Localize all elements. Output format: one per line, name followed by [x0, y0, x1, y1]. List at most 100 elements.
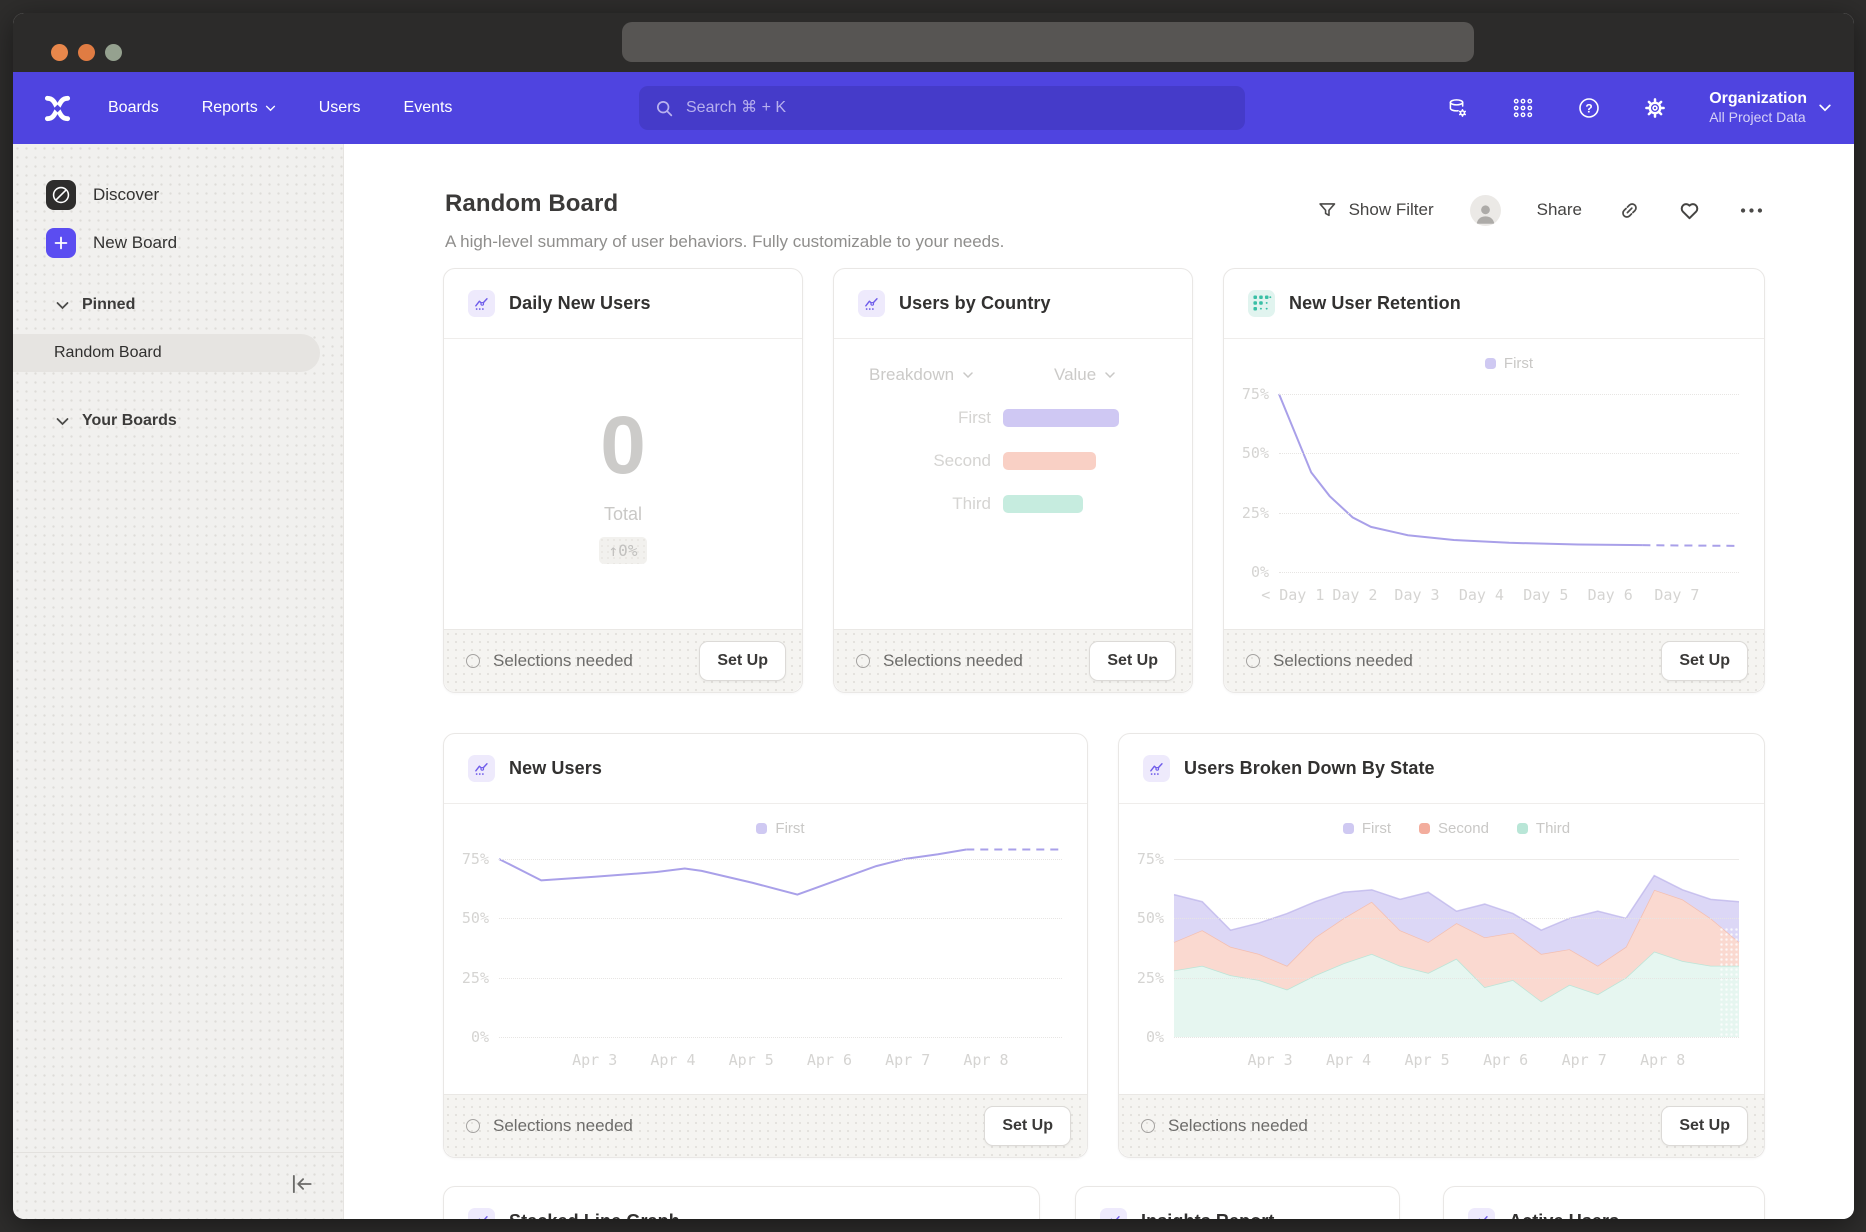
x-axis-label: Apr 3 [1247, 1051, 1292, 1069]
help-icon[interactable]: ? [1577, 96, 1601, 120]
close-button[interactable] [51, 44, 68, 61]
more-options-icon[interactable] [1738, 197, 1765, 224]
copy-link-icon[interactable] [1618, 199, 1641, 222]
chart-legend: First [1279, 355, 1739, 372]
nav-right-cluster: ? Organization All Project Data [1445, 72, 1831, 144]
breakdown-select[interactable]: Breakdown [869, 365, 973, 385]
nav-item-label: Users [319, 99, 361, 117]
org-switcher[interactable]: Organization All Project Data [1709, 89, 1831, 127]
legend-item: Third [1517, 820, 1570, 837]
chart-legend: First [499, 820, 1062, 837]
x-axis-label: Apr 6 [1483, 1051, 1528, 1069]
apps-grid-icon[interactable] [1511, 96, 1535, 120]
x-axis-label: Day 2 [1332, 586, 1377, 604]
retention-grid-icon [1248, 290, 1275, 317]
sidebar-item-new-board[interactable]: New Board [46, 228, 177, 258]
value-select[interactable]: Value [1054, 365, 1115, 385]
sidebar-item-label: Random Board [54, 344, 162, 362]
status-circle-icon [466, 1119, 480, 1133]
x-axis-label: Day 4 [1459, 586, 1504, 604]
set-up-button[interactable]: Set Up [1661, 641, 1748, 681]
set-up-button[interactable]: Set Up [1661, 1106, 1748, 1146]
data-settings-icon[interactable] [1445, 96, 1469, 120]
org-project: All Project Data [1709, 109, 1807, 127]
legend-chip [1517, 823, 1528, 834]
legend-chip [1485, 358, 1496, 369]
set-up-button[interactable]: Set Up [1089, 641, 1176, 681]
nav-item-events[interactable]: Events [404, 99, 453, 117]
y-axis-label: 25% [1137, 969, 1164, 987]
nav-item-reports[interactable]: Reports [202, 99, 276, 117]
x-axis-label: Apr 4 [650, 1051, 695, 1069]
zoom-button[interactable] [105, 44, 122, 61]
gridline [1279, 513, 1739, 514]
search-input[interactable] [684, 98, 1229, 118]
breakdown-row: First [834, 409, 1192, 427]
nav-item-users[interactable]: Users [319, 99, 361, 117]
breakdown-row: Third [834, 495, 1192, 513]
nav-item-label: Events [404, 99, 453, 117]
sidebar-section-pinned[interactable]: Pinned [56, 296, 135, 314]
y-axis-label: 50% [462, 909, 489, 927]
sidebar-section-your-boards[interactable]: Your Boards [56, 412, 177, 430]
breakdown-bar [1003, 409, 1119, 427]
chevron-down-icon [1819, 104, 1831, 112]
show-filter-button[interactable]: Show Filter [1317, 200, 1434, 221]
search-bar[interactable] [639, 86, 1245, 130]
sidebar-item-random-board[interactable]: Random Board [13, 334, 320, 372]
set-up-button[interactable]: Set Up [699, 641, 786, 681]
nav-item-boards[interactable]: Boards [108, 99, 159, 117]
selections-needed-label: Selections needed [883, 651, 1023, 671]
legend-label: First [1504, 355, 1533, 372]
browser-address-bar[interactable] [622, 22, 1474, 62]
favorite-heart-icon[interactable] [1677, 198, 1702, 223]
nav-item-label: Reports [202, 99, 258, 117]
card-title: New User Retention [1289, 293, 1461, 314]
card-daily-new-users: Daily New Users 0 Total ↑0% Selections n… [443, 268, 803, 693]
kpi-value: 0 [600, 405, 646, 487]
line-chart-icon [468, 1208, 495, 1219]
gear-icon[interactable] [1643, 96, 1667, 120]
board-actions: Show Filter Share [1317, 192, 1765, 228]
selections-needed-label: Selections needed [493, 1116, 633, 1136]
x-axis-label: < Day 1 [1261, 586, 1324, 604]
x-axis-label: Day 6 [1588, 586, 1633, 604]
state-stacked-chart: FirstSecondThird 75%50%25%0%Apr 3Apr 4Ap… [1119, 804, 1764, 1094]
x-axis-label: Apr 8 [963, 1051, 1008, 1069]
gridline [499, 1037, 1062, 1038]
card-title: Daily New Users [509, 293, 651, 314]
search-icon [655, 99, 674, 118]
breakdown-bar [1003, 452, 1096, 470]
kpi-delta-badge: ↑0% [599, 537, 648, 564]
card-users-by-country: Users by Country Breakdown Value FirstSe… [833, 268, 1193, 693]
x-axis-label: Apr 5 [1405, 1051, 1450, 1069]
share-button[interactable]: Share [1537, 200, 1582, 220]
card-stacked-line-graph: Stacked Line Graph [443, 1186, 1040, 1219]
filter-icon [1317, 200, 1338, 221]
mixpanel-logo-icon[interactable] [44, 95, 71, 122]
gridline [1174, 1037, 1739, 1038]
minimize-button[interactable] [78, 44, 95, 61]
set-up-button[interactable]: Set Up [984, 1106, 1071, 1146]
x-axis-label: Apr 4 [1326, 1051, 1371, 1069]
collapse-sidebar-icon[interactable] [289, 1173, 315, 1200]
card-users-by-state: Users Broken Down By State FirstSecondTh… [1118, 733, 1765, 1158]
y-axis-label: 0% [471, 1028, 489, 1046]
card-title: Stacked Line Graph [509, 1211, 680, 1219]
incomplete-data-texture [1719, 927, 1739, 1037]
sidebar-item-discover[interactable]: Discover [46, 180, 159, 210]
sidebar: Discover New Board Pinned Random Board [13, 144, 344, 1219]
browser-window: Boards Reports Users Events [13, 13, 1854, 1219]
card-new-users: New Users First 75%50%25%0%Apr 3Apr 4Apr… [443, 733, 1088, 1158]
gridline [1279, 453, 1739, 454]
line-chart-icon [858, 290, 885, 317]
traffic-lights [51, 44, 122, 61]
legend-chip [1343, 823, 1354, 834]
line-chart-icon [1143, 755, 1170, 782]
y-axis-label: 0% [1146, 1028, 1164, 1046]
x-axis-label: Apr 8 [1640, 1051, 1685, 1069]
avatar[interactable] [1470, 195, 1501, 226]
nav-items: Boards Reports Users Events [108, 99, 452, 117]
breakdown-bar [1003, 495, 1083, 513]
card-header: Insights Report [1076, 1187, 1399, 1219]
